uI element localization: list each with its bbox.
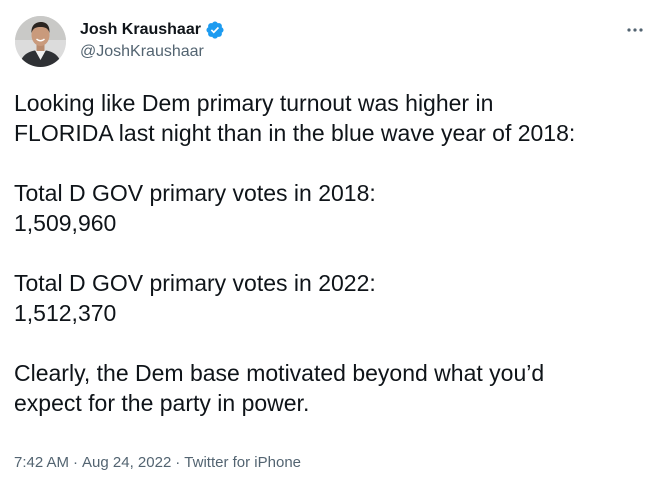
tweet-line: Total D GOV primary votes in 2022:: [14, 270, 376, 296]
tweet-metadata: 7:42 AM · Aug 24, 2022 · Twitter for iPhone: [14, 453, 301, 473]
tweet-line: 1,512,370: [14, 300, 117, 326]
tweet-line: FLORIDA last night than in the blue wave…: [14, 120, 576, 146]
tweet-line: expect for the party in power.: [14, 390, 310, 416]
more-options-icon: [627, 28, 643, 32]
tweet-time[interactable]: 7:42 AM: [14, 454, 69, 471]
tweet-card: Josh Kraushaar @JoshKraushaar Looking li…: [0, 0, 667, 482]
tweet-text: Looking like Dem primary turnout was hig…: [14, 88, 654, 418]
tweet-line: Total D GOV primary votes in 2018:: [14, 180, 376, 206]
verified-badge-icon: [206, 21, 224, 39]
author-display-name[interactable]: Josh Kraushaar: [80, 20, 201, 40]
avatar[interactable]: [15, 16, 66, 67]
author-name-row[interactable]: Josh Kraushaar: [80, 19, 225, 41]
meta-separator: ·: [73, 454, 79, 471]
tweet-line: 1,509,960: [14, 210, 117, 236]
tweet-source[interactable]: Twitter for iPhone: [184, 454, 301, 471]
tweet-line: Looking like Dem primary turnout was hig…: [14, 90, 494, 116]
meta-separator: ·: [175, 454, 181, 471]
tweet-line: Clearly, the Dem base motivated beyond w…: [14, 360, 545, 386]
tweet-date[interactable]: Aug 24, 2022: [82, 454, 171, 471]
author-handle[interactable]: @JoshKraushaar: [80, 42, 204, 62]
profile-photo: [15, 16, 66, 67]
more-options-button[interactable]: [623, 18, 647, 42]
